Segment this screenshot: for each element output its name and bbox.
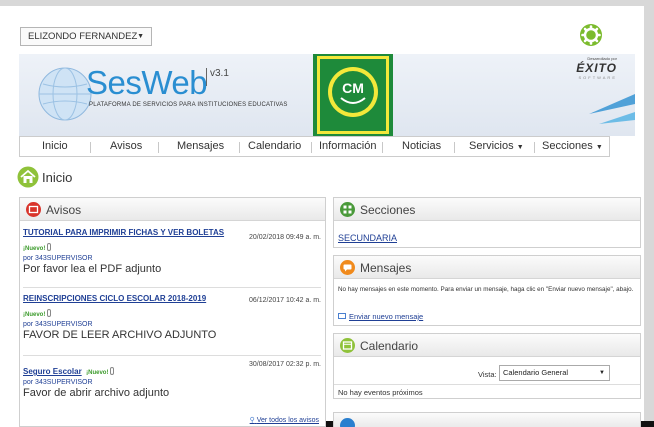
brand-subtitle: PLATAFORMA DE SERVICIOS PARA INSTITUCION…: [89, 102, 288, 108]
search-icon: ⚲: [249, 417, 255, 424]
home-icon: [17, 166, 39, 188]
nav-divider: [534, 142, 535, 153]
nav-item-noticias[interactable]: Noticias: [402, 140, 441, 152]
vista-select[interactable]: Calendario General ▼: [499, 365, 610, 381]
school-logo-text: CM: [342, 80, 364, 96]
secciones-panel-title: Secciones: [360, 203, 416, 217]
chevron-down-icon: ▼: [595, 144, 603, 151]
send-new-message-link[interactable]: Enviar nuevo mensaje: [338, 312, 423, 321]
vista-label: Vista:: [478, 370, 497, 379]
calendario-panel: Calendario Vista: Calendario General ▼ N…: [333, 333, 641, 399]
app-window: ELIZONDO FERNANDEZ ▼ SesWeb v3.1 PLATAFO…: [0, 0, 654, 427]
aviso-author: por 343SUPERVISOR: [23, 321, 93, 328]
paperclip-icon[interactable]: [47, 309, 52, 317]
divider: [23, 287, 321, 288]
aviso-item: Seguro Escolar ¡Nuevo! 30/08/2017 02:32 …: [23, 361, 323, 399]
calendar-empty-text: No hay eventos próximos: [334, 384, 640, 400]
chevron-down-icon: ▼: [137, 33, 144, 40]
aviso-author: por 343SUPERVISOR: [23, 255, 93, 262]
next-panel-header: [334, 413, 640, 427]
school-logo: CM: [313, 54, 393, 136]
aviso-date: 06/12/2017 10:42 a. m.: [249, 297, 321, 304]
send-new-message-label: Enviar nuevo mensaje: [349, 312, 424, 321]
nav-divider: [382, 142, 383, 153]
avisos-panel: Avisos TUTORIAL PARA IMPRIMIR FICHAS Y V…: [19, 197, 326, 427]
panel-icon: [340, 418, 355, 427]
aviso-author: por 343SUPERVISOR: [23, 379, 93, 386]
page-title-text: Inicio: [42, 170, 73, 185]
mensajes-panel: Mensajes No hay mensajes en este momento…: [333, 255, 641, 326]
brand-version: v3.1: [206, 68, 229, 86]
vista-select-value: Calendario General: [503, 368, 569, 377]
new-badge: ¡Nuevo!: [23, 312, 46, 318]
nav-divider: [311, 142, 312, 153]
grid-icon: [340, 202, 355, 217]
banner-decoration: [589, 94, 635, 124]
aviso-item: TUTORIAL PARA IMPRIMIR FICHAS Y VER BOLE…: [23, 228, 323, 275]
avisos-panel-title: Avisos: [46, 203, 82, 217]
section-link-secundaria[interactable]: SECUNDARIA: [338, 233, 397, 243]
nav-divider: [158, 142, 159, 153]
calendario-panel-header: Calendario: [334, 334, 640, 357]
chevron-down-icon: ▼: [516, 144, 524, 151]
secciones-panel: Secciones SECUNDARIA: [333, 197, 641, 248]
chevron-down-icon: ▼: [599, 370, 605, 376]
main-nav: Inicio Avisos Mensajes Calendario Inform…: [19, 136, 610, 157]
avisos-panel-header: Avisos: [20, 198, 325, 221]
mensajes-panel-header: Mensajes: [334, 256, 640, 279]
developer-name: ÉXITO: [576, 61, 617, 75]
mensajes-panel-title: Mensajes: [360, 261, 412, 275]
aviso-title-link[interactable]: Seguro Escolar: [23, 367, 82, 376]
nav-divider: [239, 142, 240, 153]
aviso-date: 20/02/2018 09:49 a. m.: [249, 234, 321, 241]
developer-tag: SOFTWARE: [578, 75, 617, 80]
nav-item-secciones-label: Secciones: [542, 140, 593, 152]
nav-item-servicios-label: Servicios: [469, 140, 514, 152]
gear-icon[interactable]: [579, 23, 603, 47]
aviso-body: Favor de abrir archivo adjunto: [23, 387, 170, 399]
nav-item-servicios[interactable]: Servicios ▼: [469, 140, 524, 152]
nav-item-informacion[interactable]: Información: [319, 140, 376, 152]
nav-divider: [454, 142, 455, 153]
announcement-icon: [26, 202, 41, 217]
divider: [23, 355, 321, 356]
new-badge: ¡Nuevo!: [86, 370, 109, 376]
new-badge: ¡Nuevo!: [23, 246, 46, 252]
window-top-edge: [0, 0, 654, 6]
mensajes-empty-text: No hay mensajes en este momento. Para en…: [338, 286, 634, 293]
next-panel: [333, 412, 641, 427]
user-dropdown-value: ELIZONDO FERNANDEZ: [28, 31, 138, 42]
message-icon: [340, 260, 355, 275]
developer-logo: Desarrollado por ÉXITO SOFTWARE: [547, 56, 617, 80]
nav-item-avisos[interactable]: Avisos: [110, 140, 142, 152]
aviso-body: FAVOR DE LEER ARCHIVO ADJUNTO: [23, 329, 217, 341]
envelope-icon: [338, 313, 346, 319]
header-banner: SesWeb v3.1 PLATAFORMA DE SERVICIOS PARA…: [19, 54, 635, 136]
nav-divider: [90, 142, 91, 153]
paperclip-icon[interactable]: [110, 367, 115, 375]
globe-icon: [38, 67, 92, 121]
brand-name: SesWeb: [86, 64, 208, 101]
aviso-date: 30/08/2017 02:32 p. m.: [249, 361, 321, 368]
paperclip-icon[interactable]: [47, 243, 52, 251]
user-dropdown[interactable]: ELIZONDO FERNANDEZ ▼: [20, 27, 152, 46]
aviso-body: Por favor lea el PDF adjunto: [23, 263, 162, 275]
secciones-panel-header: Secciones: [334, 198, 640, 221]
view-all-avisos-label: Ver todos los avisos: [256, 417, 319, 424]
nav-item-mensajes[interactable]: Mensajes: [177, 140, 224, 152]
nav-item-calendario[interactable]: Calendario: [248, 140, 301, 152]
nav-item-secciones[interactable]: Secciones ▼: [542, 140, 603, 152]
nav-item-inicio[interactable]: Inicio: [42, 140, 68, 152]
window-right-edge: [644, 0, 654, 427]
calendario-panel-title: Calendario: [360, 339, 419, 353]
calendar-icon: [340, 338, 355, 353]
view-all-avisos-link[interactable]: ⚲ Ver todos los avisos: [250, 416, 319, 424]
aviso-item: REINSCRIPCIONES CICLO ESCOLAR 2018-2019 …: [23, 294, 323, 341]
